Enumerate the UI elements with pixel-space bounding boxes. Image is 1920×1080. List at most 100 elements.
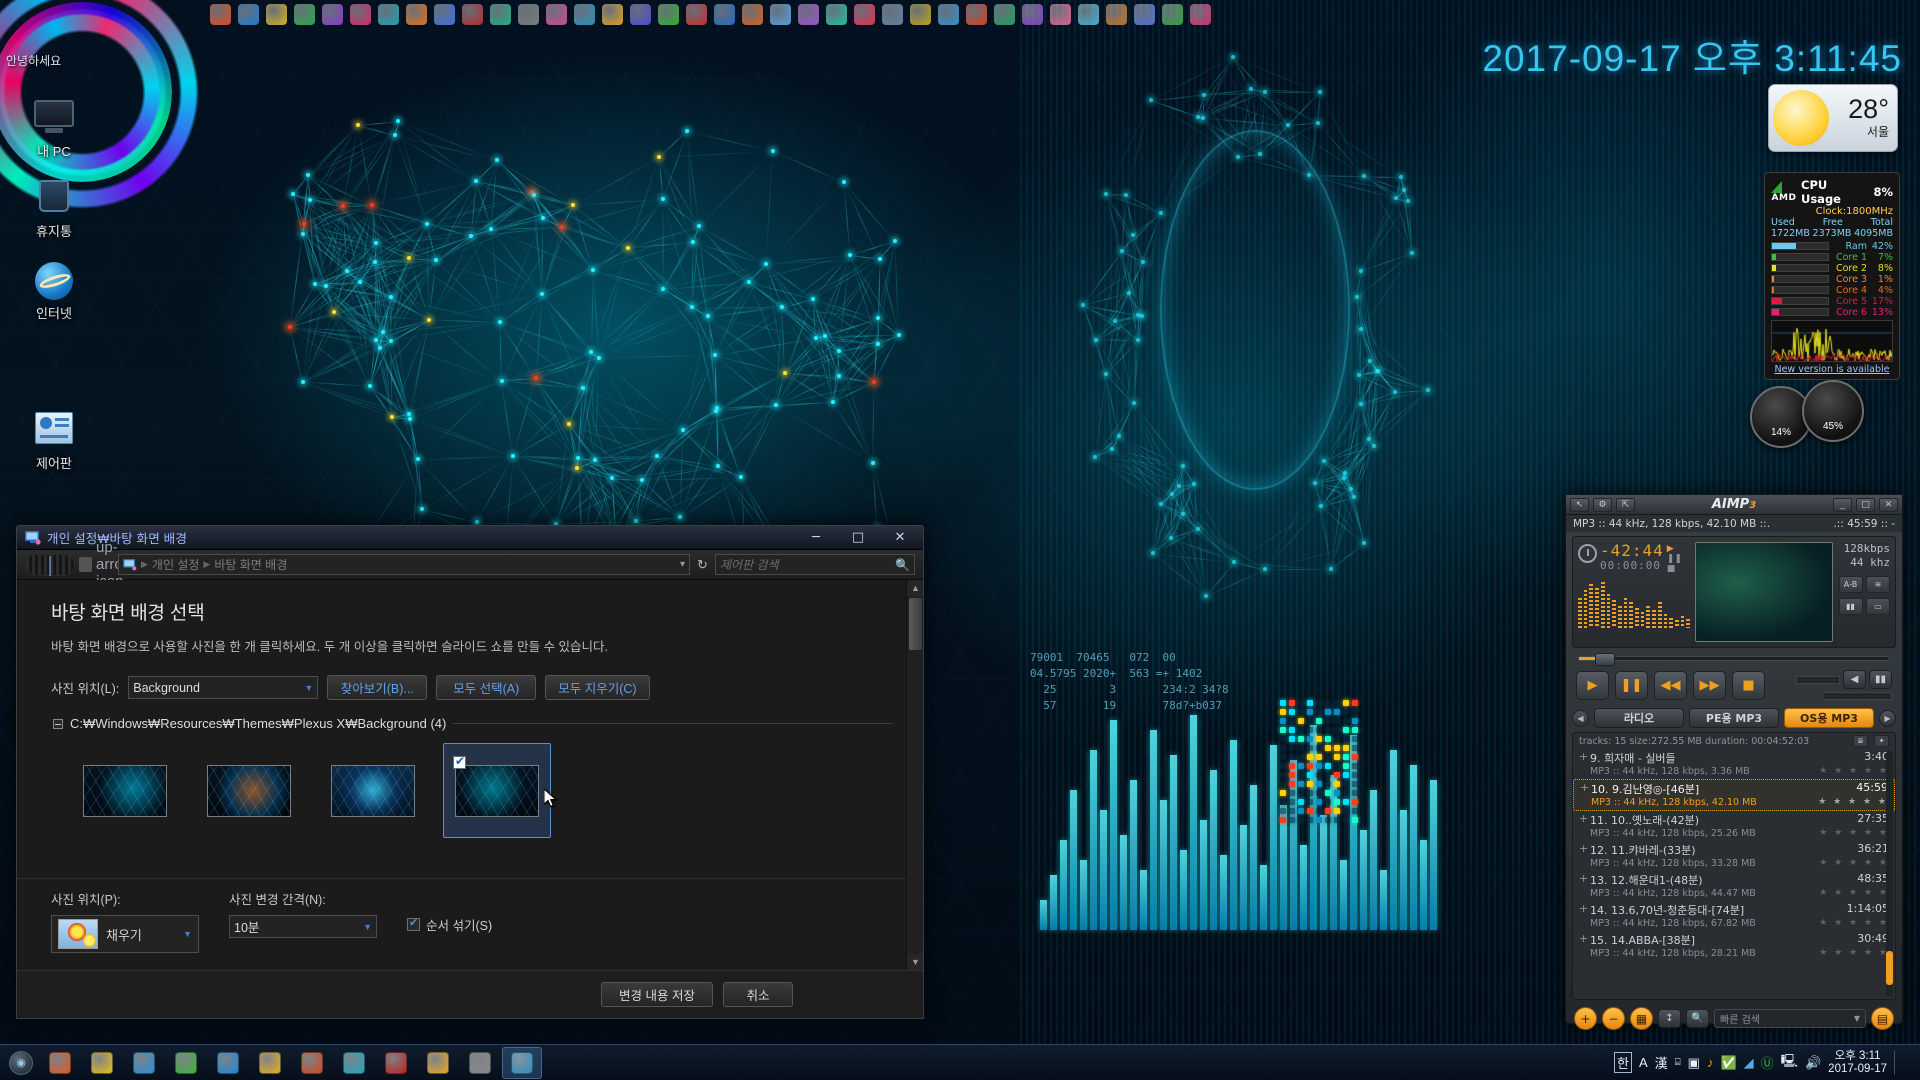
scroll-down-arrow-icon[interactable]: ▼ [907,954,923,970]
aimp-playlist-tabs[interactable]: ◀ 라디오 PE용 MP3 OS용 MP3 ▶ [1566,704,1902,732]
taskbar-item-folder2[interactable] [418,1047,458,1079]
quicklaunch-icon[interactable] [574,3,595,25]
desktop-icon-internet[interactable]: 인터넷 [6,262,102,321]
quicklaunch-icon[interactable] [798,3,819,25]
track-rating[interactable]: ★ ★ ★ ★ ★ [1819,858,1889,869]
aimp-player-window[interactable]: ↖ ⚙ ⇱ AIMP3 _ □ ✕ MP3 :: 44 kHz, 128 kbp… [1565,494,1903,1030]
mute-button[interactable]: ◀ [1843,670,1866,689]
save-playlist-button[interactable]: ▤ [1871,1007,1894,1030]
quicklaunch-icon[interactable] [1078,3,1099,25]
wifi-icon[interactable]: ≋ [1866,576,1890,593]
track-rating[interactable]: ★ ★ ★ ★ ★ [1819,918,1889,929]
taskbar-item-box[interactable] [460,1047,500,1079]
quicklaunch-icon[interactable] [210,3,231,25]
shuffle-grid-button[interactable]: ▦ [1630,1007,1653,1030]
aimp-settings-button[interactable]: ⚙ [1593,497,1612,512]
utorrent-tray-icon[interactable]: Ⓤ [1761,1053,1774,1072]
aimp-playlist[interactable]: tracks: 15 size:272.55 MB duration: 00:0… [1572,732,1896,1000]
quicklaunch-icon[interactable] [1162,3,1183,25]
system-gauges-widget[interactable]: 14% 45% [1750,380,1870,460]
aimp-titlebar[interactable]: ↖ ⚙ ⇱ AIMP3 _ □ ✕ [1566,495,1902,515]
next-button[interactable]: ▶▶ [1693,670,1726,700]
track-rating[interactable]: ★ ★ ★ ★ ★ [1819,828,1889,839]
quicklaunch-icon[interactable] [266,3,287,25]
show-desktop-button[interactable] [1894,1050,1908,1075]
search-icon[interactable]: 🔍 [895,558,910,572]
quicklaunch-icon[interactable] [910,3,931,25]
play-button[interactable]: ▶ [1576,670,1609,700]
desktop-quicklaunch-strip[interactable] [210,0,1211,28]
playlist-track[interactable]: +12. 11.캬바레-(33분) 36:21 MP3 :: 44 kHz, 128… [1573,841,1895,871]
system-tray[interactable]: 한 A 漢 ⌸ ▣ ♪ ✅ ◢ Ⓤ 🖳 🔊 오후 3:11 2017-09-17 [1613,1050,1916,1076]
remove-track-button[interactable]: − [1602,1007,1625,1030]
taskbar-item-edge[interactable] [208,1047,248,1079]
add-track-button[interactable]: + [1574,1007,1597,1030]
address-bar[interactable]: ▶ 개인 설정 ▶ 바탕 화면 배경 ▾ [118,554,690,575]
playlist-tab-pe-mp3[interactable]: PE용 MP3 [1689,708,1779,728]
chevron-down-icon[interactable]: ▼ [183,929,192,939]
aimp-skin-button[interactable]: ⇱ [1616,497,1635,512]
quicklaunch-icon[interactable] [1022,3,1043,25]
shield-icon[interactable]: ✅ [1720,1055,1736,1071]
wallpaper-thumbnail[interactable] [319,743,427,838]
aimp-minimize-button[interactable]: _ [1833,497,1852,512]
quicklaunch-icon[interactable] [294,3,315,25]
quicklaunch-icon[interactable] [714,3,735,25]
window-minimize-button[interactable]: ─ [795,527,837,549]
quicklaunch-icon[interactable] [518,3,539,25]
tray-clock[interactable]: 오후 3:11 2017-09-17 [1828,1050,1887,1076]
taskbar-item-firefox[interactable] [40,1047,80,1079]
playlist-track[interactable]: +9. 희자매 - 실버들 3:40 MP3 :: 44 kHz, 128 kbps… [1573,749,1895,779]
aimp-close-button[interactable]: ✕ [1879,497,1898,512]
volume40-icon[interactable]: ◢ [1744,1055,1754,1071]
track-expand-icon[interactable]: + [1579,842,1590,858]
quicklaunch-icon[interactable] [630,3,651,25]
back-forward-buttons[interactable] [25,553,75,576]
checkbox-icon[interactable] [407,916,420,931]
aimp-menu-button[interactable]: ↖ [1570,497,1589,512]
track-expand-icon[interactable]: + [1579,872,1590,888]
desktop-icon-my-pc[interactable]: 내 PC [6,100,102,159]
quick-search-input[interactable]: 빠른 검색 ▼ [1714,1009,1866,1028]
aimp-transport-controls[interactable]: ▶ ❚❚ ◀◀ ▶▶ ■ ◀ ▮▮ [1566,664,1902,704]
track-rating[interactable]: ★ ★ ★ ★ ★ [1819,766,1889,777]
collapse-icon[interactable] [53,718,63,729]
quicklaunch-icon[interactable] [854,3,875,25]
interval-select[interactable]: 10분 ▼ [229,915,377,938]
quicklaunch-icon[interactable] [1134,3,1155,25]
quicklaunch-icon[interactable] [434,3,455,25]
window-maximize-button[interactable]: □ [837,527,879,549]
window-titlebar[interactable]: 개인 설정₩바탕 화면 배경 ─ □ ✕ [17,526,923,550]
aimp-volume-area[interactable]: ◀ ▮▮ [1771,670,1892,700]
window-navigation-bar[interactable]: up-arrow-icon ▶ 개인 설정 ▶ 바탕 화면 배경 ▾ ↻ 제어판… [17,539,923,590]
taskbar-item-chrome[interactable] [82,1047,122,1079]
scroll-up-arrow-icon[interactable]: ▲ [907,580,923,596]
window-close-button[interactable]: ✕ [879,527,921,549]
quicklaunch-icon[interactable] [462,3,483,25]
sort-button[interactable]: ↕ [1658,1009,1681,1028]
weather-widget[interactable]: 28° 서울 [1768,84,1898,152]
output-icon[interactable]: ▭ [1866,598,1890,615]
track-expand-icon[interactable]: + [1580,781,1591,797]
quicklaunch-icon[interactable] [658,3,679,25]
personalization-window[interactable]: 개인 설정₩바탕 화면 배경 ─ □ ✕ up-arrow-icon ▶ 개인 … [16,525,924,1019]
pause-button[interactable]: ❚❚ [1615,670,1648,700]
taskbar-item-utorrent[interactable] [166,1047,206,1079]
quicklaunch-icon[interactable] [350,3,371,25]
network-icon[interactable]: 🖳 [1781,1052,1798,1074]
wallpaper-thumbnail[interactable] [71,743,179,838]
taskbar-items[interactable] [40,1046,542,1079]
quicklaunch-icon[interactable] [406,3,427,25]
taskbar-item-sync[interactable] [124,1047,164,1079]
quicklaunch-icon[interactable] [322,3,343,25]
track-rating[interactable]: ★ ★ ★ ★ ★ [1819,948,1889,959]
stop-button[interactable]: ■ [1732,670,1765,700]
quicklaunch-icon[interactable] [938,3,959,25]
playlist-track[interactable]: +14. 13.6,70년-청춘등대-[74분] 1:14:05 MP3 :: 44… [1573,901,1895,931]
playlist-track[interactable]: +11. 10..옛노래-(42분) 27:35 MP3 :: 44 kHz, 12… [1573,811,1895,841]
wallpaper-thumbnail-list[interactable] [51,743,893,838]
chevron-down-icon[interactable]: ▼ [1854,1014,1860,1023]
quicklaunch-icon[interactable] [686,3,707,25]
music-icon[interactable]: ♪ [1707,1055,1714,1070]
wallpaper-thumbnail[interactable] [195,743,303,838]
